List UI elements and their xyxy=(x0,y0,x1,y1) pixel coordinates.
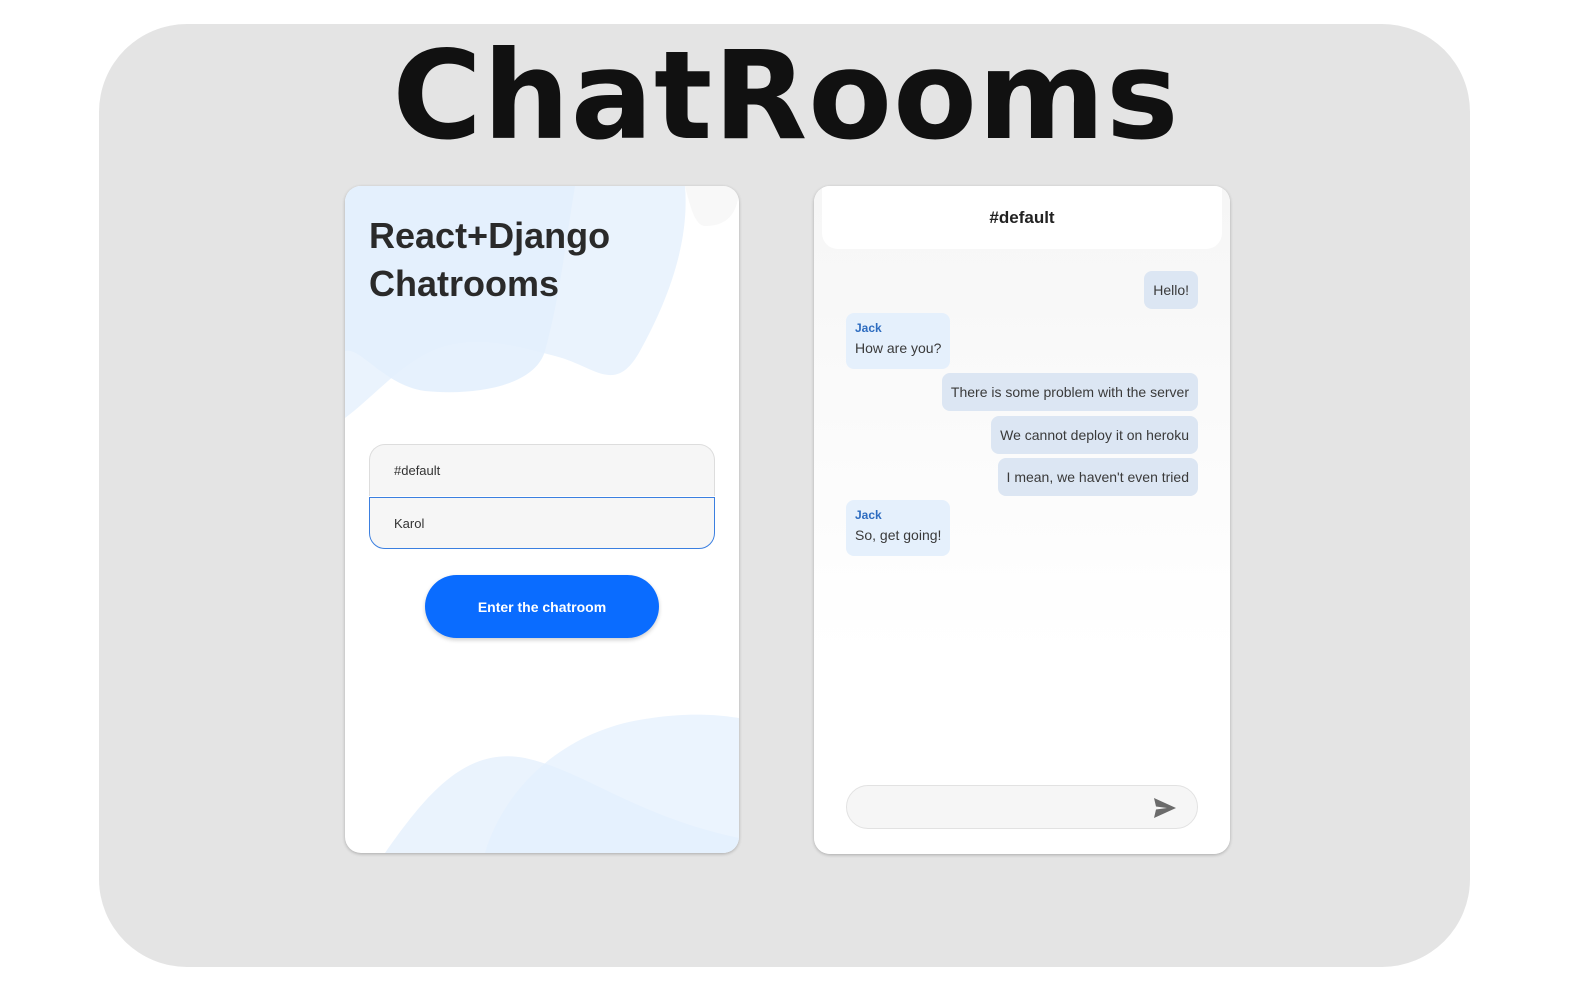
message-text: So, get going! xyxy=(855,527,942,543)
join-card: React+Django Chatrooms Enter the chatroo… xyxy=(345,186,739,853)
message-other: Jack How are you? xyxy=(846,313,951,369)
message-input[interactable] xyxy=(863,796,1147,820)
send-icon[interactable] xyxy=(1153,797,1177,819)
chat-card: #default Hello! Jack How are you? There … xyxy=(814,186,1230,854)
username-input[interactable] xyxy=(369,497,715,549)
message-text: We cannot deploy it on heroku xyxy=(1000,427,1189,443)
message-author: Jack xyxy=(855,508,882,522)
message-text: I mean, we haven't even tried xyxy=(1006,469,1189,485)
enter-chatroom-button[interactable]: Enter the chatroom xyxy=(425,575,659,638)
message-other: Jack So, get going! xyxy=(846,500,951,556)
message-own: Hello! xyxy=(1144,271,1198,309)
message-composer xyxy=(846,785,1198,829)
message-own: We cannot deploy it on heroku xyxy=(991,416,1198,454)
room-name-input[interactable] xyxy=(369,444,715,496)
message-text: There is some problem with the server xyxy=(950,384,1189,400)
app-heading: React+Django Chatrooms xyxy=(369,215,611,304)
message-own: I mean, we haven't even tried xyxy=(997,458,1198,496)
message-text: How are you? xyxy=(855,340,942,356)
chat-room-title: #default xyxy=(822,186,1222,249)
page-title: ChatRooms xyxy=(392,25,1180,167)
message-text: Hello! xyxy=(1153,282,1189,298)
message-author: Jack xyxy=(855,321,882,335)
message-own: There is some problem with the server xyxy=(941,373,1198,411)
